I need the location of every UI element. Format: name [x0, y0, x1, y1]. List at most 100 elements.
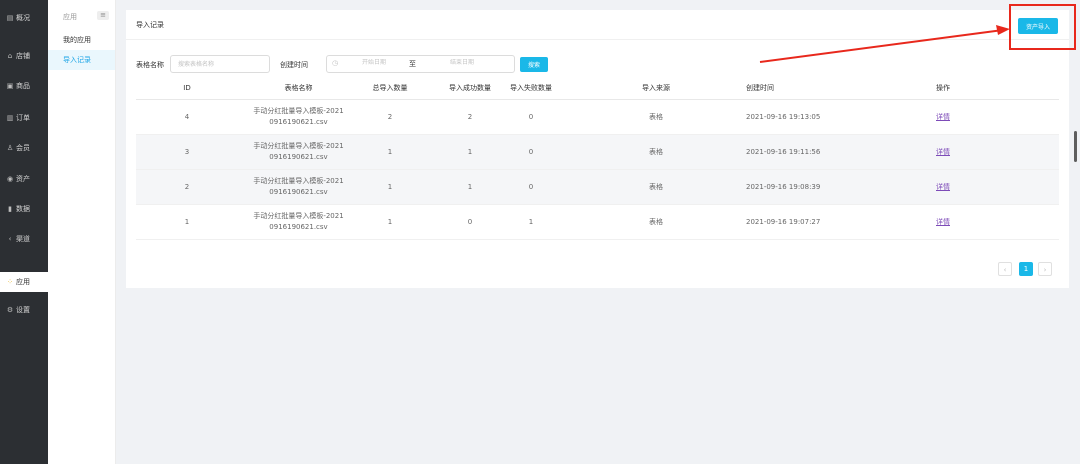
- column-header-created: 创建时间: [746, 84, 774, 92]
- prev-page-button[interactable]: ‹: [998, 262, 1012, 276]
- sidebar-item-data[interactable]: ▮ 数据: [0, 199, 48, 219]
- cell-file-name: 手动分红批量导入模板-2021 0916190621.csv: [236, 100, 361, 134]
- cell-total: 1: [387, 147, 393, 156]
- file-name-line: 0916190621.csv: [269, 223, 328, 231]
- details-link[interactable]: 详情: [936, 182, 950, 193]
- details-link[interactable]: 详情: [936, 217, 950, 228]
- cell-created: 2021-09-16 19:08:39: [746, 182, 821, 191]
- cell-created: 2021-09-16 19:11:56: [746, 147, 821, 156]
- subnav-item-import-records[interactable]: 导入记录: [48, 50, 115, 70]
- cell-success: 1: [467, 182, 473, 191]
- file-name-line: 手动分红批量导入模板-2021: [253, 107, 344, 115]
- sidebar-item-label: 数据: [16, 205, 30, 213]
- cell-action: 详情: [931, 135, 955, 169]
- clock-icon: ◷: [332, 59, 339, 67]
- column-header-source: 导入来源: [642, 84, 670, 92]
- cell-file-name: 手动分红批量导入模板-2021 0916190621.csv: [236, 135, 361, 169]
- cell-action: 详情: [931, 170, 955, 204]
- table-row: 3 手动分红批量导入模板-2021 0916190621.csv 1 1 0 表格…: [136, 135, 1059, 170]
- sidebar-item-channels[interactable]: ‹ 渠道: [0, 229, 48, 249]
- cell-success: 0: [467, 217, 473, 226]
- member-icon: ♙: [6, 144, 14, 152]
- cell-created: 2021-09-16 19:13:05: [746, 112, 821, 121]
- cell-total: 1: [387, 182, 393, 191]
- main-sidebar: ▤ 概况 ⌂ 店铺 ▣ 商品 ▥ 订单 ♙ 会员 ◉ 资产 ▮ 数据 ‹ 渠道 …: [0, 0, 48, 464]
- asset-icon: ◉: [6, 175, 14, 183]
- cell-action: 详情: [931, 205, 955, 239]
- details-link[interactable]: 详情: [936, 147, 950, 158]
- sidebar-item-store[interactable]: ⌂ 店铺: [0, 46, 48, 66]
- cell-fail: 0: [528, 182, 534, 191]
- sidebar-item-apps[interactable]: ⁘ 应用: [0, 272, 48, 292]
- cell-source: 表格: [649, 112, 663, 121]
- column-header-total: 总导入数量: [372, 84, 408, 92]
- store-icon: ⌂: [7, 52, 13, 60]
- cell-id: 2: [184, 182, 190, 191]
- subnav-header: 应用 ≡: [48, 0, 115, 30]
- column-header-action: 操作: [936, 84, 950, 92]
- overview-icon: ▤: [6, 14, 14, 22]
- column-header-name: 表格名称: [284, 84, 313, 92]
- cell-source: 表格: [649, 217, 663, 226]
- date-range-picker[interactable]: ◷ 至: [326, 55, 515, 73]
- next-page-button[interactable]: ›: [1038, 262, 1052, 276]
- data-icon: ▮: [8, 205, 12, 213]
- file-name-line: 手动分红批量导入模板-2021: [253, 212, 344, 220]
- file-name-line: 手动分红批量导入模板-2021: [253, 142, 344, 150]
- sidebar-item-label: 商品: [16, 82, 30, 90]
- cell-id: 1: [184, 217, 190, 226]
- column-header-id: ID: [183, 84, 191, 92]
- cell-id: 4: [184, 112, 190, 121]
- annotation-highlight-box: [1009, 4, 1076, 50]
- sidebar-item-orders[interactable]: ▥ 订单: [0, 108, 48, 128]
- details-link[interactable]: 详情: [936, 112, 950, 123]
- date-range-separator: 至: [409, 60, 416, 68]
- import-records-table: ID 表格名称 总导入数量 导入成功数量 导入失败数量 导入来源 创建时间 操作…: [136, 78, 1059, 240]
- page-title: 导入记录: [136, 21, 164, 29]
- search-button[interactable]: 搜索: [520, 57, 548, 72]
- subnav-title: 应用: [63, 13, 77, 21]
- file-name-line: 0916190621.csv: [269, 118, 328, 126]
- sidebar-item-settings[interactable]: ⚙ 设置: [0, 300, 48, 320]
- sidebar-item-overview[interactable]: ▤ 概况: [0, 8, 48, 28]
- sidebar-item-label: 订单: [16, 114, 30, 122]
- order-icon: ▥: [6, 114, 14, 122]
- sidebar-item-label: 资产: [16, 175, 30, 183]
- cell-file-name: 手动分红批量导入模板-2021 0916190621.csv: [236, 205, 361, 239]
- goods-icon: ▣: [6, 82, 14, 90]
- panel-header: 导入记录 资产导入: [126, 10, 1069, 40]
- cell-fail: 0: [528, 147, 534, 156]
- cell-success: 1: [467, 147, 473, 156]
- column-header-fail: 导入失败数量: [510, 84, 552, 92]
- apps-icon: ⁘: [7, 278, 13, 286]
- cell-source: 表格: [649, 147, 663, 156]
- sidebar-item-label: 店铺: [16, 52, 30, 60]
- collapse-menu-icon[interactable]: ≡: [97, 11, 109, 20]
- cell-success: 2: [467, 112, 473, 121]
- file-name-line: 0916190621.csv: [269, 153, 328, 161]
- table-row: 4 手动分红批量导入模板-2021 0916190621.csv 2 2 0 表格…: [136, 100, 1059, 135]
- sidebar-item-label: 会员: [16, 144, 30, 152]
- table-row: 2 手动分红批量导入模板-2021 0916190621.csv 1 1 0 表格…: [136, 170, 1059, 205]
- sidebar-item-label: 概况: [16, 14, 30, 22]
- sidebar-item-goods[interactable]: ▣ 商品: [0, 76, 48, 96]
- cell-total: 2: [387, 112, 393, 121]
- file-name-line: 手动分红批量导入模板-2021: [253, 177, 344, 185]
- cell-fail: 0: [528, 112, 534, 121]
- scrollbar-thumb[interactable]: [1074, 131, 1077, 162]
- subnav-item-my-apps[interactable]: 我的应用: [48, 30, 115, 50]
- table-name-search-input[interactable]: [170, 55, 270, 73]
- sub-sidebar: 应用 ≡ 我的应用 导入记录: [48, 0, 116, 464]
- end-date-input[interactable]: [437, 59, 487, 66]
- sidebar-item-assets[interactable]: ◉ 资产: [0, 169, 48, 189]
- table-header-row: ID 表格名称 总导入数量 导入成功数量 导入失败数量 导入来源 创建时间 操作: [136, 78, 1059, 100]
- cell-created: 2021-09-16 19:07:27: [746, 217, 821, 226]
- sidebar-item-members[interactable]: ♙ 会员: [0, 138, 48, 158]
- table-row: 1 手动分红批量导入模板-2021 0916190621.csv 1 0 1 表格…: [136, 205, 1059, 240]
- start-date-input[interactable]: [349, 59, 399, 66]
- create-time-label: 创建时间: [280, 61, 308, 69]
- cell-action: 详情: [931, 100, 955, 134]
- cell-id: 3: [184, 147, 190, 156]
- cell-fail: 1: [528, 217, 534, 226]
- page-1-button[interactable]: 1: [1019, 262, 1033, 276]
